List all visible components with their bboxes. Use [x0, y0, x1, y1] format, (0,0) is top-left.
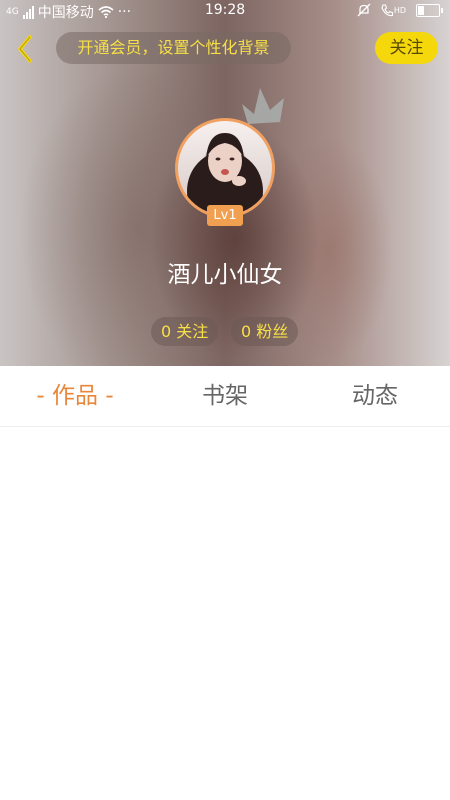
follow-button[interactable]: 关注 — [375, 32, 438, 64]
tab-works-label: 作品 — [52, 383, 98, 409]
followers-count[interactable]: 0 粉丝 — [231, 317, 299, 346]
call-hd-icon: HD — [381, 3, 406, 17]
avatar[interactable] — [175, 118, 275, 218]
tab-activity[interactable]: 动态 — [320, 366, 430, 426]
back-button[interactable] — [8, 32, 42, 66]
profile-header: 4G 中国移动 ··· 19:28 HD 开通会员，设置个性化背景 关注 Lv1… — [0, 0, 450, 366]
status-bar: 4G 中国移动 ··· 19:28 HD — [0, 0, 450, 22]
profile-tabs: - 作品 - 书架 动态 — [0, 366, 450, 427]
status-right: HD — [357, 3, 443, 17]
tab-activity-label: 动态 — [352, 383, 398, 409]
following-count[interactable]: 0 关注 — [151, 317, 219, 346]
bell-muted-icon — [357, 3, 371, 17]
tab-works-prefix: - — [36, 383, 45, 409]
tab-works-suffix: - — [105, 383, 114, 409]
tab-bookshelf[interactable]: 书架 — [170, 366, 280, 426]
level-badge: Lv1 — [207, 205, 243, 226]
tab-bookshelf-label: 书架 — [202, 383, 248, 409]
works-content-area — [0, 427, 450, 800]
chevron-left-icon — [18, 35, 32, 63]
vip-background-banner[interactable]: 开通会员，设置个性化背景 — [56, 32, 291, 64]
tab-works[interactable]: - 作品 - — [20, 366, 130, 426]
hd-label: HD — [393, 5, 406, 15]
battery-icon — [416, 3, 443, 17]
username: 酒儿小仙女 — [167, 262, 283, 288]
